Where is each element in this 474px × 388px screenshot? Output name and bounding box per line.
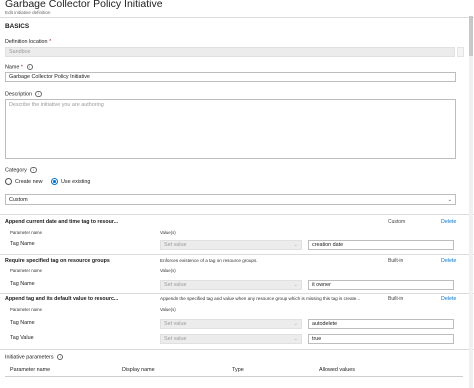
column-header-display-name: Display name xyxy=(122,367,155,373)
set-value-text: Set value xyxy=(164,242,187,248)
basics-heading: BASICS xyxy=(5,23,30,30)
set-value-dropdown: Set value ⌄ xyxy=(160,280,302,290)
name-input[interactable]: Garbage Collector Policy Initiative xyxy=(5,72,456,82)
chevron-down-icon: ⌄ xyxy=(293,336,298,342)
info-icon[interactable]: i xyxy=(57,354,64,361)
column-header-allowed-values: Allowed values xyxy=(319,367,355,373)
definition-location-picker-button[interactable] xyxy=(457,47,464,57)
chevron-down-icon: ⌄ xyxy=(447,196,452,203)
policy-type: Custom xyxy=(388,219,406,225)
info-icon[interactable]: i xyxy=(35,91,42,98)
param-value-input[interactable]: it owner xyxy=(308,280,454,290)
info-icon[interactable]: i xyxy=(26,64,33,71)
section-divider xyxy=(0,254,474,255)
section-divider xyxy=(0,214,474,215)
radio-button-use-existing[interactable] xyxy=(51,178,58,185)
radio-use-existing[interactable]: Use existing xyxy=(51,178,90,185)
radio-button-create-new[interactable] xyxy=(5,178,12,185)
param-value: it owner xyxy=(312,282,331,288)
set-value-dropdown: Set value ⌄ xyxy=(160,334,302,344)
chevron-down-icon: ⌄ xyxy=(293,321,298,327)
initiative-parameters-label: Initiative parameters i xyxy=(5,354,64,361)
param-header: Parameter name xyxy=(10,230,43,235)
delete-link[interactable]: Delete xyxy=(441,219,456,225)
name-label-text: Name xyxy=(5,64,20,71)
policy-name: Require specified tag on resource groups xyxy=(5,258,110,264)
policy-name: Append current date and time tag to reso… xyxy=(5,219,119,225)
header-divider xyxy=(0,17,474,18)
delete-link[interactable]: Delete xyxy=(441,258,456,264)
definition-location-field: Sandbox xyxy=(5,47,455,57)
param-value: true xyxy=(312,336,322,342)
param-value-input[interactable]: autodelete xyxy=(308,319,454,329)
set-value-text: Set value xyxy=(164,282,187,288)
required-marker: * xyxy=(49,39,52,45)
value-header: Value(s) xyxy=(160,230,176,235)
param-name: Tag Value xyxy=(10,335,34,341)
policy-type: Built-in xyxy=(388,296,404,302)
set-value-text: Set value xyxy=(164,321,187,327)
scrollbar-thumb[interactable] xyxy=(469,16,473,56)
chevron-down-icon: ⌄ xyxy=(293,242,298,248)
set-value-text: Set value xyxy=(164,336,187,342)
chevron-down-icon: ⌄ xyxy=(293,282,298,288)
param-name: Tag Name xyxy=(10,241,35,247)
definition-location-value: Sandbox xyxy=(9,49,31,55)
description-textarea[interactable]: Describe the initiative you are authorin… xyxy=(5,99,456,159)
radio-label-use-existing: Use existing xyxy=(61,178,91,185)
radio-label-create-new: Create new xyxy=(15,178,43,185)
policy-description: Appends the specified tag and value when… xyxy=(160,296,361,301)
radio-create-new[interactable]: Create new xyxy=(5,178,43,185)
description-label-text: Description xyxy=(5,91,32,98)
section-divider xyxy=(0,293,474,294)
param-value-input[interactable]: creation date xyxy=(308,240,454,250)
vertical-scrollbar[interactable] xyxy=(469,16,473,388)
param-header: Parameter name xyxy=(10,268,43,273)
category-label-text: Category xyxy=(5,167,27,174)
page-subtitle: Edit initiative definition xyxy=(5,10,51,15)
value-header: Value(s) xyxy=(160,307,176,312)
value-header: Value(s) xyxy=(160,268,176,273)
required-marker: * xyxy=(20,64,23,71)
column-header-parameter-name: Parameter name xyxy=(10,367,51,373)
param-value: autodelete xyxy=(312,321,338,327)
description-placeholder: Describe the initiative you are authorin… xyxy=(9,102,104,108)
delete-link[interactable]: Delete xyxy=(441,296,456,302)
set-value-dropdown: Set value ⌄ xyxy=(160,319,302,329)
category-value: Custom xyxy=(9,196,28,203)
initiative-parameters-label-text: Initiative parameters xyxy=(5,354,54,361)
name-label: Name * i xyxy=(5,64,33,71)
param-value-input[interactable]: true xyxy=(308,334,454,344)
description-label: Description i xyxy=(5,91,42,98)
policy-type: Built-in xyxy=(388,258,404,264)
section-divider xyxy=(0,349,474,350)
category-label: Category i xyxy=(5,167,37,174)
param-header: Parameter name xyxy=(10,307,43,312)
info-icon[interactable]: i xyxy=(30,167,37,174)
name-value: Garbage Collector Policy Initiative xyxy=(9,74,90,80)
policy-description: Enforces existence of a tag on resource … xyxy=(160,258,258,263)
category-dropdown[interactable]: Custom ⌄ xyxy=(5,194,456,205)
definition-location-label: Definition location * xyxy=(5,39,51,45)
page-title: Garbage Collector Policy Initiative xyxy=(5,0,163,10)
policy-name: Append tag and its default value to reso… xyxy=(5,296,119,302)
definition-location-label-text: Definition location xyxy=(5,39,48,45)
column-header-type: Type xyxy=(232,367,244,373)
param-name: Tag Name xyxy=(10,320,35,326)
table-header-divider xyxy=(5,376,463,377)
param-name: Tag Name xyxy=(10,281,35,287)
set-value-dropdown: Set value ⌄ xyxy=(160,240,302,250)
param-value: creation date xyxy=(312,242,344,248)
